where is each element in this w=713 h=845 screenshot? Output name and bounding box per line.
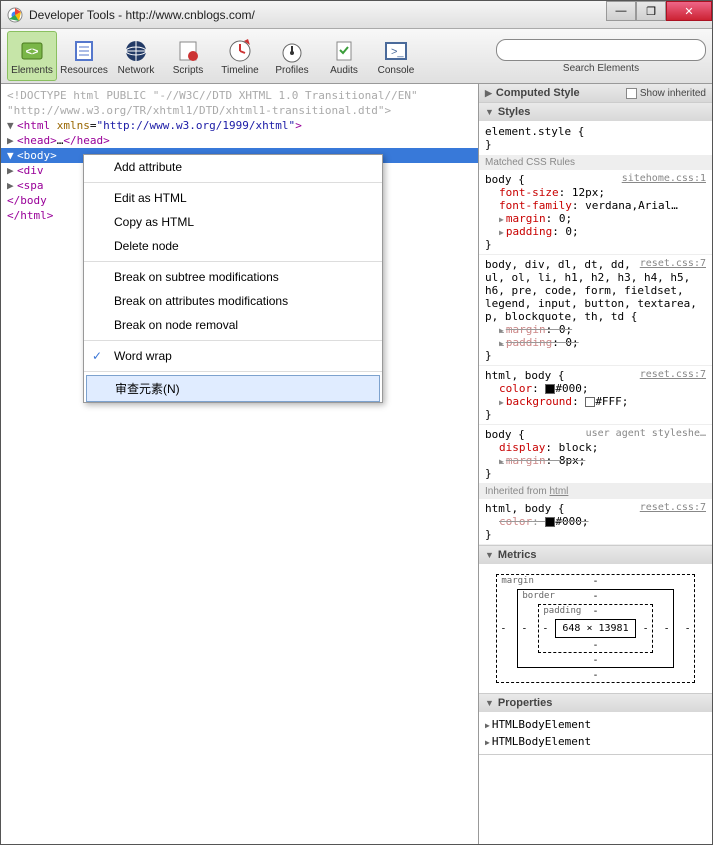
css-rule[interactable]: user agent styleshe… body { display: blo… — [479, 425, 712, 484]
section-metrics[interactable]: ▼ Metrics — [479, 546, 712, 564]
tab-resources[interactable]: Resources — [59, 31, 109, 81]
menu-separator — [84, 182, 382, 183]
search-input[interactable] — [496, 39, 706, 61]
svg-text:>_: >_ — [391, 46, 404, 58]
chevron-right-icon: ▶ — [485, 88, 492, 99]
section-styles[interactable]: ▼ Styles — [479, 103, 712, 121]
chevron-down-icon: ▼ — [485, 550, 494, 560]
console-icon: >_ — [382, 37, 410, 65]
resources-icon — [70, 37, 98, 65]
rule-origin-link[interactable]: sitehome.css:1 — [622, 173, 706, 184]
menu-separator — [84, 340, 382, 341]
chevron-right-icon: ▶ — [485, 738, 490, 747]
network-icon — [122, 37, 150, 65]
audits-icon — [330, 37, 358, 65]
tab-network[interactable]: Network — [111, 31, 161, 81]
timeline-icon — [226, 37, 254, 65]
matched-rules-label: Matched CSS Rules — [479, 155, 712, 170]
tab-profiles[interactable]: Profiles — [267, 31, 317, 81]
metrics-content: 648 × 13981 — [555, 619, 635, 638]
toolbar: <> Elements Resources Network Scripts Ti… — [1, 29, 712, 84]
close-button[interactable]: ✕ — [666, 1, 712, 21]
scripts-icon — [174, 37, 202, 65]
menu-inspect-element[interactable]: 审查元素(N) — [86, 375, 380, 402]
svg-text:<>: <> — [26, 46, 39, 58]
color-swatch[interactable] — [545, 517, 555, 527]
maximize-button[interactable]: ❐ — [636, 1, 666, 21]
menu-break-attributes[interactable]: Break on attributes modifications — [84, 289, 382, 313]
search-label: Search Elements — [563, 63, 639, 74]
property-row[interactable]: ▶HTMLBodyElement — [485, 716, 706, 733]
color-swatch[interactable] — [545, 384, 555, 394]
window-title: Developer Tools - http://www.cnblogs.com… — [29, 8, 706, 22]
chevron-down-icon: ▼ — [485, 698, 494, 708]
menu-copy-html[interactable]: Copy as HTML — [84, 210, 382, 234]
elements-panel[interactable]: <!DOCTYPE html PUBLIC "-//W3C//DTD XHTML… — [1, 84, 478, 844]
tab-audits[interactable]: Audits — [319, 31, 369, 81]
section-computed-style[interactable]: ▶ Computed Style Show inherited — [479, 84, 712, 102]
menu-add-attribute[interactable]: Add attribute — [84, 155, 382, 179]
element-style-rule[interactable]: element.style { } — [479, 121, 712, 155]
rule-origin-link[interactable]: reset.css:7 — [640, 369, 706, 380]
menu-separator — [84, 261, 382, 262]
menu-break-removal[interactable]: Break on node removal — [84, 313, 382, 337]
elements-icon: <> — [18, 37, 46, 65]
chevron-down-icon: ▼ — [485, 107, 494, 117]
chevron-right-icon: ▶ — [485, 721, 490, 730]
section-properties[interactable]: ▼ Properties — [479, 694, 712, 712]
chrome-icon — [7, 7, 23, 23]
check-icon: ✓ — [92, 349, 102, 363]
minimize-button[interactable]: — — [606, 1, 636, 21]
tab-elements[interactable]: <> Elements — [7, 31, 57, 81]
tab-console[interactable]: >_ Console — [371, 31, 421, 81]
css-rule[interactable]: sitehome.css:1 body { font-size: 12px; f… — [479, 170, 712, 255]
color-swatch[interactable] — [585, 397, 595, 407]
menu-separator — [84, 371, 382, 372]
context-menu: Add attribute Edit as HTML Copy as HTML … — [83, 154, 383, 403]
dom-doctype[interactable]: "http://www.w3.org/TR/xhtml1/DTD/xhtml1-… — [1, 103, 478, 118]
sidebar: ▶ Computed Style Show inherited ▼ Styles… — [478, 84, 712, 844]
menu-edit-html[interactable]: Edit as HTML — [84, 186, 382, 210]
rule-origin-link[interactable]: reset.css:7 — [640, 258, 706, 269]
inherited-label: Inherited from html — [479, 484, 712, 499]
property-row[interactable]: ▶HTMLBodyElement — [485, 733, 706, 750]
titlebar: Developer Tools - http://www.cnblogs.com… — [1, 1, 712, 29]
menu-delete-node[interactable]: Delete node — [84, 234, 382, 258]
profiles-icon — [278, 37, 306, 65]
tab-timeline[interactable]: Timeline — [215, 31, 265, 81]
metrics-diagram: margin - - - - border - - - - padding — [479, 564, 712, 693]
css-rule[interactable]: reset.css:7 body, div, dl, dt, dd, ul, o… — [479, 255, 712, 366]
dom-doctype[interactable]: <!DOCTYPE html PUBLIC "-//W3C//DTD XHTML… — [1, 88, 478, 103]
dom-head[interactable]: ▶<head>…</head> — [1, 133, 478, 148]
css-rule[interactable]: reset.css:7 html, body { color: #000; ▶b… — [479, 366, 712, 425]
menu-break-subtree[interactable]: Break on subtree modifications — [84, 265, 382, 289]
css-rule[interactable]: reset.css:7 html, body { color: #000; } — [479, 499, 712, 545]
rule-origin: user agent styleshe… — [586, 428, 706, 439]
tab-scripts[interactable]: Scripts — [163, 31, 213, 81]
menu-word-wrap[interactable]: ✓Word wrap — [84, 344, 382, 368]
rule-origin-link[interactable]: reset.css:7 — [640, 502, 706, 513]
dom-html[interactable]: ▼<html xmlns="http://www.w3.org/1999/xht… — [1, 118, 478, 133]
show-inherited-checkbox[interactable] — [626, 88, 637, 99]
